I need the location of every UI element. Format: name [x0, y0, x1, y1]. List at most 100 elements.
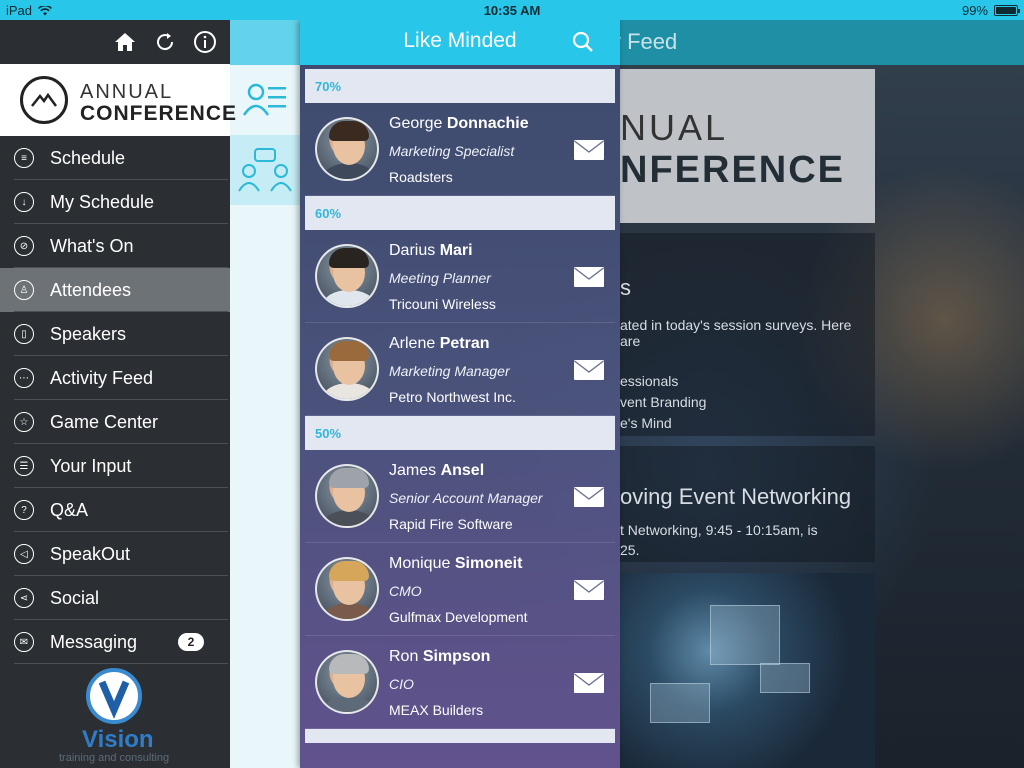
attendee-row[interactable]: James Ansel Senior Account Manager Rapid F…	[305, 450, 615, 543]
menu-toolbar	[0, 20, 230, 64]
attendee-name: Darius Mari	[389, 242, 473, 260]
menu-item-label: Messaging	[50, 631, 138, 652]
menu-item-my-schedule[interactable]: ↓ My Schedule	[0, 180, 230, 224]
avatar-body	[323, 383, 375, 399]
attendee-list-icon	[242, 83, 286, 116]
envelope-icon[interactable]	[573, 486, 605, 508]
sponsor-name: Vision	[82, 726, 154, 753]
envelope-icon[interactable]	[573, 359, 605, 381]
share-icon: ⋖	[14, 588, 34, 608]
menu-item-label: My Schedule	[50, 191, 155, 212]
clock: 10:35 AM	[483, 3, 541, 18]
attendee-role: Marketing Specialist	[389, 143, 515, 159]
attendee-row[interactable]: Ron Simpson CIO MEAX Builders	[305, 636, 615, 729]
battery-icon	[994, 5, 1020, 16]
menu-item-what-s-on[interactable]: ⊘ What's On	[0, 224, 230, 268]
attendee-company: Petro Northwest Inc.	[389, 389, 516, 405]
attendee-first-name: James	[389, 462, 437, 479]
envelope-icon[interactable]	[573, 579, 605, 601]
question-icon: ?	[14, 500, 34, 520]
attendee-last-name: Donnachie	[446, 115, 529, 132]
menu-item-label: Speakers	[50, 323, 127, 344]
avatar-body	[323, 510, 375, 526]
attendee-row[interactable]: Arlene Petran Marketing Manager Petro Nort…	[305, 323, 615, 416]
logo-line2: CONFERENCE	[80, 102, 238, 125]
next-group-header	[305, 729, 615, 743]
background-header-title: y Feed	[610, 29, 678, 54]
attendee-name: George Donnachie	[389, 115, 529, 133]
envelope-icon: ✉	[14, 632, 34, 652]
avatar-hair	[329, 341, 369, 361]
menu-item-label: SpeakOut	[50, 543, 131, 564]
background-card-line: e's Mind	[620, 415, 672, 431]
avatar-hair	[329, 561, 369, 581]
menu-item-speakout[interactable]: ◁ SpeakOut	[0, 532, 230, 576]
menu-item-label: Activity Feed	[50, 367, 154, 388]
menu-item-your-input[interactable]: ☰ Your Input	[0, 444, 230, 488]
attendee-name: Arlene Petran	[389, 335, 490, 353]
avatar	[315, 244, 379, 308]
background-banner-line2: NFERENCE	[620, 149, 846, 191]
attendee-name: Monique Simoneit	[389, 555, 522, 573]
screen-graphic	[710, 605, 780, 665]
menu-item-label: Social	[50, 587, 100, 608]
attendee-row[interactable]: George Donnachie Marketing Specialist Road…	[305, 103, 615, 196]
strip-header	[230, 20, 300, 65]
refresh-icon[interactable]	[153, 30, 177, 54]
battery-fill	[996, 7, 1016, 14]
menu-item-schedule[interactable]: ≡ Schedule	[0, 136, 230, 180]
checklist-icon: ☰	[14, 456, 34, 476]
attendee-first-name: Monique	[389, 555, 451, 572]
menu-item-game-center[interactable]: ☆ Game Center	[0, 400, 230, 444]
search-icon[interactable]	[572, 31, 594, 53]
mountain-logo-icon	[20, 76, 68, 124]
attendee-company: Rapid Fire Software	[389, 516, 513, 532]
unread-badge: 2	[178, 633, 204, 651]
menu-item-attendees[interactable]: ♙ Attendees	[0, 268, 230, 312]
attendee-company: MEAX Builders	[389, 702, 484, 718]
match-percentage-header: 50%	[305, 416, 615, 450]
screen-graphic	[650, 683, 710, 723]
attendee-last-name: Simpson	[422, 648, 491, 665]
menu-item-social[interactable]: ⋖ Social	[0, 576, 230, 620]
like-minded-list: 70% George Donnachie Marketing Specialist R…	[305, 69, 615, 743]
avatar	[315, 557, 379, 621]
envelope-icon[interactable]	[573, 266, 605, 288]
menu-item-label: Attendees	[50, 279, 132, 300]
avatar-body	[323, 290, 375, 306]
attendee-row[interactable]: Darius Mari Meeting Planner Tricouni Wirel…	[305, 230, 615, 323]
menu-item-label: What's On	[50, 235, 134, 256]
chat-icon: ⋯	[14, 368, 34, 388]
menu-item-label: Schedule	[50, 147, 126, 168]
attendee-last-name: Mari	[439, 242, 473, 259]
info-icon[interactable]	[193, 30, 217, 54]
home-icon[interactable]	[113, 30, 137, 54]
attendee-first-name: Arlene	[389, 335, 436, 352]
menu-item-activity-feed[interactable]: ⋯ Activity Feed	[0, 356, 230, 400]
battery-percent: 99%	[961, 3, 988, 18]
attendee-row[interactable]: Monique Simoneit CMO Gulfmax Development	[305, 543, 615, 636]
menu-item-messaging[interactable]: ✉ Messaging 2	[0, 620, 230, 664]
attendee-role: Senior Account Manager	[389, 490, 543, 506]
menu-item-speakers[interactable]: ▯ Speakers	[0, 312, 230, 356]
match-percentage-header: 70%	[305, 69, 615, 103]
attendee-company: Tricouni Wireless	[389, 296, 496, 312]
attendee-last-name: Petran	[439, 335, 490, 352]
background-card-line: ated in today's session surveys. Here ar…	[620, 317, 852, 349]
attendee-role: Meeting Planner	[389, 270, 491, 286]
like-minded-panel: Like Minded 70% George Donnachie Marketing…	[300, 20, 620, 768]
menu-item-q-a[interactable]: ? Q&A	[0, 488, 230, 532]
menu-list: ≡ Schedule ↓ My Schedule ⊘ What's On ♙ Attendee…	[0, 136, 230, 664]
sponsor-tagline: training and consulting	[59, 752, 170, 764]
side-menu: ANNUAL CONFERENCE ≡ Schedule ↓ My Schedule ⊘…	[0, 20, 236, 768]
envelope-icon[interactable]	[573, 672, 605, 694]
like-minded-tab[interactable]	[230, 135, 300, 205]
attendee-name: James Ansel	[389, 462, 484, 480]
background-card-image	[620, 573, 875, 768]
attendee-list-tab[interactable]	[230, 65, 300, 135]
attendee-company: Roadsters	[389, 169, 453, 185]
background-banner-line1: NUAL	[620, 107, 729, 148]
sponsor-logo: Vision training and consulting	[55, 668, 180, 768]
envelope-icon[interactable]	[573, 139, 605, 161]
avatar-body	[323, 696, 375, 712]
